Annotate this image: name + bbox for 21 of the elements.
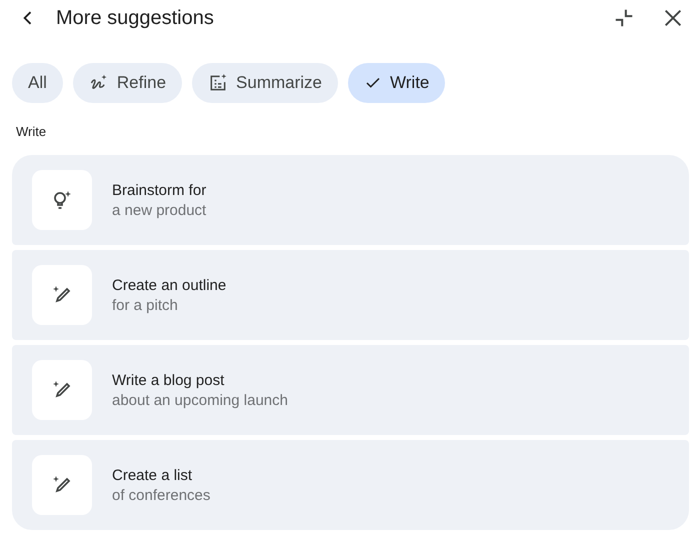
- filter-chip[interactable]: Refine: [72, 63, 182, 103]
- filter-chip[interactable]: Write: [348, 63, 446, 103]
- suggestion-subtitle: about an upcoming launch: [112, 392, 288, 408]
- suggestion-card[interactable]: Write a blog post about an upcoming launch: [12, 345, 689, 435]
- filter-chip[interactable]: All: [12, 63, 63, 103]
- suggestion-card[interactable]: Create an outline for a pitch: [12, 250, 689, 340]
- section-label: Write: [16, 124, 48, 139]
- suggestion-title: Create a list: [112, 466, 194, 484]
- close-icon: [662, 7, 684, 29]
- suggestion-title: Brainstorm for: [112, 182, 206, 198]
- suggestion-subtitle: of conferences: [112, 486, 210, 504]
- collapse-icon: [613, 7, 635, 29]
- panel-title: More suggestions: [56, 6, 215, 30]
- suggestion-card[interactable]: Create a list of conferences: [12, 440, 689, 530]
- suggestion-card[interactable]: Brainstorm for a new product: [12, 155, 689, 245]
- suggestion-title: Write a blog post: [112, 372, 226, 388]
- filter-chip[interactable]: Summarize: [192, 63, 338, 103]
- suggestion-subtitle: a new product: [112, 202, 206, 218]
- sparkle-list-icon: [208, 73, 228, 93]
- suggestion-title: Create an outline: [112, 276, 226, 294]
- suggestion-subtitle: for a pitch: [112, 296, 179, 314]
